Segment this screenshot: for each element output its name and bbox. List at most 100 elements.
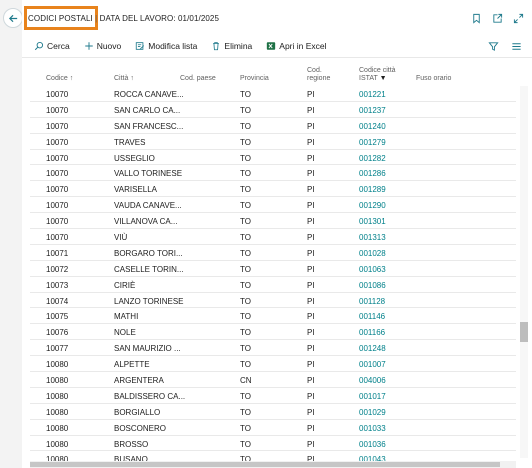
- table-row[interactable]: 10080 ARGENTERA CN PI 004006: [30, 372, 516, 388]
- table-row[interactable]: 10070 VILLANOVA CA... TO PI 001301: [30, 213, 516, 230]
- cell-istat[interactable]: 004006: [359, 376, 386, 385]
- table-row[interactable]: 10071 BORGARO TORI... TO PI 001028: [30, 245, 516, 261]
- cell-istat[interactable]: 001146: [359, 312, 385, 321]
- expand-button[interactable]: [512, 12, 524, 24]
- horizontal-scrollbar[interactable]: [30, 461, 516, 468]
- table-row[interactable]: 10074 LANZO TORINESE TO PI 001128: [30, 293, 516, 309]
- cell-istat[interactable]: 001028: [359, 249, 386, 258]
- vertical-scroll-thumb[interactable]: [520, 322, 528, 342]
- column-header-regione[interactable]: Cod. regione: [307, 67, 330, 83]
- table-row[interactable]: 10070 SAN FRANCESC... TO PI 001240: [30, 118, 516, 134]
- delete-label: Elimina: [224, 41, 253, 51]
- cell-istat[interactable]: 001240: [359, 122, 386, 131]
- table-row[interactable]: 10070 VAUDA CANAVE... TO PI 001290: [30, 197, 516, 214]
- cell-istat[interactable]: 001282: [359, 154, 386, 163]
- horizontal-scroll-thumb[interactable]: [30, 462, 500, 467]
- vertical-scrollbar[interactable]: [520, 86, 528, 458]
- filter-button[interactable]: [488, 41, 499, 52]
- cell-codice: 10080: [46, 360, 69, 370]
- new-button[interactable]: Nuovo: [84, 41, 121, 51]
- cell-istat[interactable]: 001033: [359, 424, 386, 433]
- table-row[interactable]: 10073 CIRIÈ TO PI 001086: [30, 277, 516, 293]
- cell-codice: 10080: [46, 376, 69, 386]
- cell-codice: 10074: [46, 296, 69, 306]
- cell-regione: PI: [307, 185, 315, 195]
- cell-citta: USSEGLIO: [114, 153, 155, 163]
- cell-citta: BOSCONERO: [114, 423, 167, 433]
- cell-istat[interactable]: 001166: [359, 328, 385, 337]
- cell-istat[interactable]: 001290: [359, 201, 386, 210]
- edit-list-button[interactable]: Modifica lista: [135, 41, 197, 51]
- title-separator: |: [95, 14, 98, 23]
- table-row[interactable]: 10070 VARISELLA TO PI 001289: [30, 181, 516, 198]
- trash-icon: [213, 42, 220, 51]
- cell-istat[interactable]: 001237: [359, 106, 386, 115]
- open-new-window-icon: [492, 13, 502, 23]
- column-header-provincia[interactable]: Provincia: [240, 75, 269, 83]
- cell-istat[interactable]: 001017: [359, 392, 386, 401]
- bookmark-button[interactable]: [470, 12, 482, 24]
- table-row[interactable]: 10080 BROSSO TO PI 001036: [30, 436, 516, 452]
- cell-provincia: TO: [240, 344, 251, 354]
- cell-regione: PI: [307, 169, 315, 179]
- open-excel-button[interactable]: Apri in Excel: [266, 41, 327, 51]
- work-date: DATA DEL LAVORO: 01/01/2025: [99, 14, 220, 23]
- cell-istat[interactable]: 001289: [359, 185, 386, 194]
- table-row[interactable]: 10070 ROCCA CANAVE... TO PI 001221: [30, 86, 516, 102]
- table-row[interactable]: 10077 SAN MAURIZIO ... TO PI 001248: [30, 340, 516, 357]
- table-row[interactable]: 10080 BOSCONERO TO PI 001033: [30, 420, 516, 436]
- cell-istat[interactable]: 001313: [359, 233, 386, 242]
- cell-istat[interactable]: 001063: [359, 265, 386, 274]
- search-icon: [34, 41, 44, 51]
- cell-provincia: TO: [240, 137, 251, 147]
- column-header-istat[interactable]: Codice città ISTAT ▼: [359, 67, 396, 83]
- cell-istat[interactable]: 001286: [359, 169, 386, 178]
- table-row[interactable]: 10070 VIÙ TO PI 001313: [30, 229, 516, 245]
- table-row[interactable]: 10070 TRAVES TO PI 001279: [30, 134, 516, 150]
- cell-istat[interactable]: 001221: [359, 90, 386, 99]
- cell-provincia: TO: [240, 90, 251, 99]
- table-row[interactable]: 10076 NOLE TO PI 001166: [30, 324, 516, 341]
- search-button[interactable]: Cerca: [34, 41, 70, 51]
- list-view-button[interactable]: [511, 41, 522, 52]
- cell-citta: SAN MAURIZIO ...: [114, 344, 181, 354]
- cell-istat[interactable]: 001029: [359, 408, 386, 417]
- column-header-paese[interactable]: Cod. paese: [180, 75, 216, 83]
- cell-codice: 10077: [46, 344, 69, 354]
- cell-citta: VIÙ: [114, 233, 128, 243]
- table-row[interactable]: 10080 ALPETTE TO PI 001007: [30, 356, 516, 373]
- table-row[interactable]: 10072 CASELLE TORIN... TO PI 001063: [30, 261, 516, 277]
- cell-citta: BALDISSERO CA...: [114, 391, 186, 401]
- open-new-window-button[interactable]: [491, 12, 503, 24]
- column-header-regione-line2: regione: [307, 75, 331, 82]
- cell-istat[interactable]: 001128: [359, 297, 385, 306]
- table-row[interactable]: 10070 USSEGLIO TO PI 001282: [30, 150, 516, 166]
- cell-citta: ARGENTERA: [114, 376, 164, 386]
- cell-istat[interactable]: 001086: [359, 281, 386, 290]
- table-row[interactable]: 10075 MATHI TO PI 001146: [30, 308, 516, 325]
- cell-istat[interactable]: 001007: [359, 360, 386, 369]
- cell-citta: SAN FRANCESC...: [114, 121, 184, 131]
- column-header-codice[interactable]: Codice: [46, 75, 73, 83]
- cell-istat[interactable]: 001036: [359, 440, 386, 449]
- cell-provincia: TO: [240, 169, 251, 179]
- cell-codice: 10070: [46, 217, 69, 227]
- action-bar: Cerca Nuovo Modifica lista Elimina Apri …: [22, 36, 532, 58]
- column-header-fuso[interactable]: Fuso orario: [416, 75, 451, 83]
- table-row[interactable]: 10080 BORGIALLO TO PI 001029: [30, 404, 516, 420]
- delete-button[interactable]: Elimina: [211, 41, 252, 51]
- filter-icon: [488, 42, 499, 51]
- cell-provincia: TO: [240, 201, 251, 211]
- cell-regione: PI: [307, 407, 315, 417]
- cell-istat[interactable]: 001279: [359, 138, 386, 147]
- cell-istat[interactable]: 001248: [359, 344, 386, 353]
- column-header-citta[interactable]: Città: [114, 75, 134, 83]
- table-row[interactable]: 10070 SAN CARLO CA... TO PI 001237: [30, 102, 516, 118]
- table-row[interactable]: 10070 VALLO TORINESE TO PI 001286: [30, 165, 516, 182]
- back-button[interactable]: [3, 8, 23, 28]
- cell-regione: PI: [307, 105, 315, 115]
- cell-istat[interactable]: 001301: [359, 217, 386, 226]
- cell-provincia: TO: [240, 312, 251, 322]
- table-row[interactable]: 10080 BALDISSERO CA... TO PI 001017: [30, 388, 516, 404]
- cell-codice: 10072: [46, 264, 69, 274]
